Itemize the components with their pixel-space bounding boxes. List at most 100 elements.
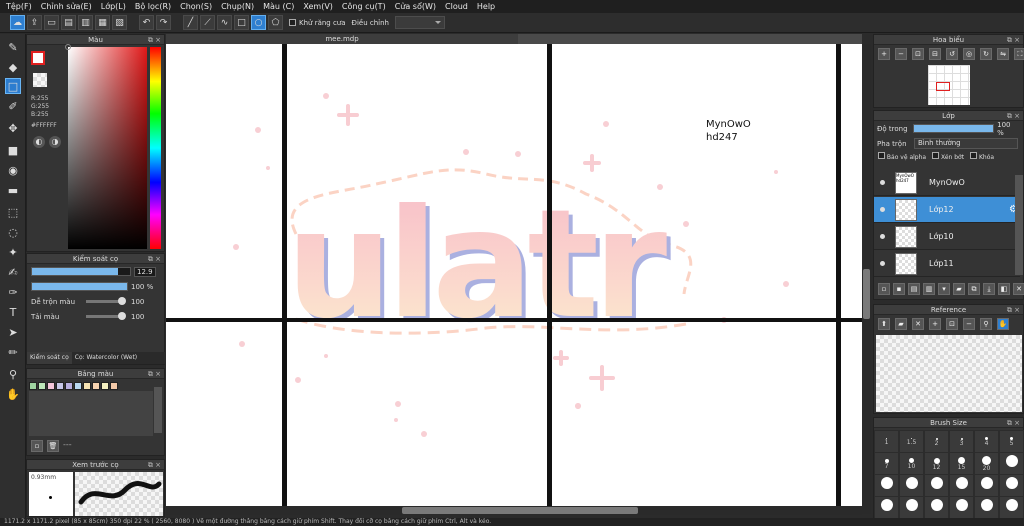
clear-layer-icon[interactable]: ◧ (998, 283, 1010, 295)
brush-size-cell[interactable]: 10 (899, 452, 924, 475)
new-8bit-layer-icon[interactable]: ▤ (908, 283, 920, 295)
delete-layer-icon[interactable]: ✕ (1013, 283, 1024, 295)
divide-tool-icon[interactable]: ✏ (5, 344, 21, 360)
brush-size-cell[interactable]: 4 (974, 430, 999, 453)
palette-swatch-2[interactable] (47, 382, 55, 390)
polyline-tool-icon[interactable]: ⟋ (200, 15, 215, 30)
brush-size-cell[interactable]: 5 (999, 430, 1024, 453)
menu-item-3[interactable]: Bộ lọc(R) (135, 2, 171, 11)
menu-item-6[interactable]: Màu (C) (263, 2, 294, 11)
layer-opacity-slider[interactable] (913, 124, 995, 133)
fullscreen-icon[interactable]: ⛶ (1014, 48, 1024, 60)
palette-swatch-8[interactable] (101, 382, 109, 390)
brush-size-cell[interactable]: 15 (949, 452, 974, 475)
canvas-horizontal-scrollbar[interactable] (166, 506, 862, 515)
bucket-tool-icon[interactable]: ◉ (5, 162, 21, 178)
palette-swatch-3[interactable] (56, 382, 64, 390)
palette-swatch-5[interactable] (74, 382, 82, 390)
thickness-slider[interactable] (86, 312, 126, 320)
document-tab[interactable]: mee.mdp (166, 34, 518, 44)
panels-icon[interactable]: ▧ (112, 15, 127, 30)
eye-icon[interactable] (880, 207, 885, 212)
brush-size-cell[interactable] (874, 496, 899, 519)
brush-size-cell[interactable] (949, 474, 974, 497)
reference-view[interactable] (876, 335, 1022, 412)
reference-fit-icon[interactable]: ⊡ (946, 318, 958, 330)
merge-layer-icon[interactable]: ⤓ (983, 283, 995, 295)
speech-bubble-icon[interactable]: ▭ (44, 15, 59, 30)
reference-zoom-out-icon[interactable]: − (963, 318, 975, 330)
brush-tool-icon[interactable]: ✎ (5, 39, 21, 55)
rectangle-tool-icon[interactable]: □ (234, 15, 249, 30)
redo-icon[interactable]: ↷ (156, 15, 171, 30)
transparent-color-swatch[interactable] (33, 73, 47, 87)
zoom-out-icon[interactable]: − (895, 48, 907, 60)
brush-size-cell[interactable]: 12 (924, 452, 949, 475)
gradient-tool-icon[interactable]: ▬ (5, 182, 21, 198)
text-tool-icon[interactable]: T (5, 304, 21, 320)
grid-icon[interactable]: ▦ (95, 15, 110, 30)
undo-icon[interactable]: ↶ (139, 15, 154, 30)
select-tool-icon[interactable]: ⬚ (5, 204, 21, 220)
palette-swatch-0[interactable] (29, 382, 37, 390)
menu-item-1[interactable]: Chỉnh sửa(E) (41, 2, 92, 11)
menu-item-5[interactable]: Chụp(N) (221, 2, 254, 11)
flip-icon[interactable]: ⇋ (997, 48, 1009, 60)
operation-tool-icon[interactable]: ➤ (5, 324, 21, 340)
reference-layer-icon[interactable]: ⬆ (878, 318, 890, 330)
saturation-value-field[interactable] (65, 44, 147, 249)
canvas-paper[interactable]: ulatr ulatr MynOwO hd247 (166, 44, 862, 506)
palette-icon[interactable]: ◐ (33, 136, 45, 148)
navigator-viewport[interactable] (936, 82, 950, 91)
blend-slider[interactable] (86, 297, 126, 305)
layer-scrollbar[interactable] (1015, 175, 1023, 275)
move-tool-icon[interactable]: ✥ (5, 120, 21, 136)
eraser-tool-icon[interactable]: ◆ (5, 59, 21, 75)
rotate-reset-icon[interactable]: ◎ (963, 48, 975, 60)
horizontal-scroll-thumb[interactable] (402, 507, 638, 514)
brush-size-cell[interactable] (974, 474, 999, 497)
brush-size-value[interactable]: 12.9 (134, 266, 156, 277)
fit-icon[interactable]: ⊡ (912, 48, 924, 60)
canvas-vertical-scrollbar[interactable] (862, 44, 871, 514)
new-1bit-layer-icon[interactable]: ▥ (923, 283, 935, 295)
brush-size-cell[interactable] (924, 496, 949, 519)
palette-swatch-1[interactable] (38, 382, 46, 390)
folder-icon[interactable]: ▰ (953, 283, 965, 295)
adjust-dropdown[interactable] (395, 16, 445, 29)
new-swatch-icon[interactable]: ▫ (31, 440, 43, 452)
palette-swatch-9[interactable] (110, 382, 118, 390)
layer-menu-icon[interactable]: ▾ (938, 283, 950, 295)
reference-zoom-in-icon[interactable]: + (929, 318, 941, 330)
delete-swatch-icon[interactable]: 🗑 (47, 440, 59, 452)
open-file-icon[interactable]: ⇪ (27, 15, 42, 30)
hue-slider[interactable] (150, 47, 161, 249)
layer-item-lop10[interactable]: Lớp10 (874, 224, 1020, 250)
vertical-scroll-thumb[interactable] (863, 269, 870, 319)
reference-hand-icon[interactable]: ✋ (997, 318, 1009, 330)
brush-size-cell[interactable]: 1.5 (899, 430, 924, 453)
line-tool-icon[interactable]: ╱ (183, 15, 198, 30)
ellipse-tool-icon[interactable]: ○ (251, 15, 266, 30)
page-icon[interactable]: ▥ (78, 15, 93, 30)
brush-size-cell[interactable] (924, 474, 949, 497)
brush-size-cell[interactable]: 1 (874, 430, 899, 453)
primary-color-swatch[interactable] (31, 51, 45, 65)
brush-size-cell[interactable] (899, 474, 924, 497)
select-pen-tool-icon[interactable]: ✍ (5, 264, 21, 280)
brush-size-cell[interactable] (874, 474, 899, 497)
eye-icon[interactable] (880, 180, 885, 185)
color-wheel-icon[interactable]: ◑ (49, 136, 61, 148)
menu-item-0[interactable]: Tệp(F) (6, 2, 32, 11)
smudge-tool-icon[interactable]: ✐ (5, 98, 21, 114)
new-halftone-layer-icon[interactable]: ▪ (893, 283, 905, 295)
antialias-option[interactable]: Khử răng cưa (289, 19, 346, 27)
brush-size-cell[interactable]: 2 (924, 430, 949, 453)
menu-item-11[interactable]: Help (477, 2, 495, 11)
reference-close-icon[interactable]: ✕ (912, 318, 924, 330)
hand-tool-icon[interactable]: ✋ (5, 386, 21, 402)
brush-size-cell[interactable]: 20 (974, 452, 999, 475)
magic-wand-tool-icon[interactable]: ✦ (5, 244, 21, 260)
brush-size-cell[interactable] (999, 452, 1024, 475)
blend-mode-dropdown[interactable]: Bình thường (914, 138, 1018, 149)
